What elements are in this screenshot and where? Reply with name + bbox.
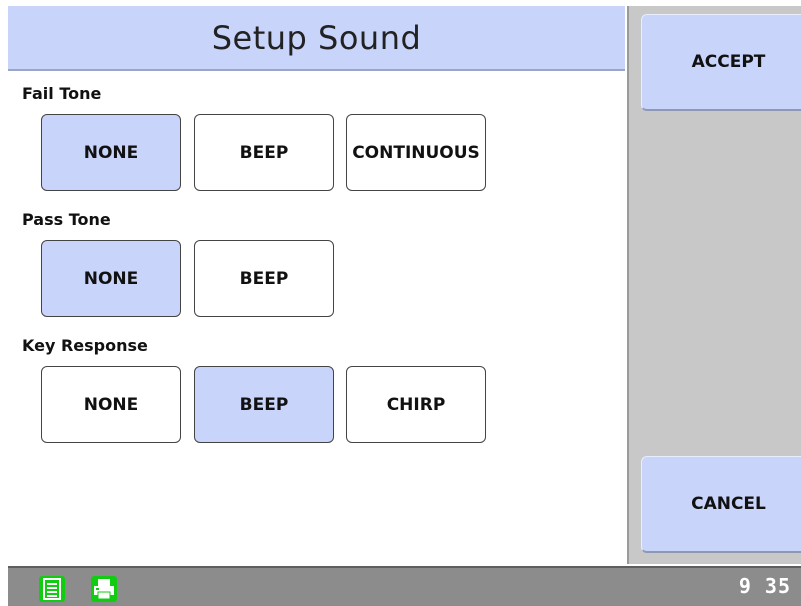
key-response-label: Key Response — [22, 336, 148, 355]
setup-sound-screen: Setup Sound Fail Tone NONE BEEP CONTINUO… — [0, 0, 801, 606]
page-title: Setup Sound — [211, 18, 422, 57]
clock: 9 35 — [739, 574, 791, 598]
key-response-beep-button[interactable]: BEEP — [194, 366, 334, 443]
accept-button[interactable]: ACCEPT — [641, 14, 801, 111]
title-bar: Setup Sound — [8, 6, 625, 71]
key-response-none-button[interactable]: NONE — [41, 366, 181, 443]
main-panel: Setup Sound Fail Tone NONE BEEP CONTINUO… — [8, 6, 625, 564]
cancel-button[interactable]: CANCEL — [641, 456, 801, 553]
pass-tone-label: Pass Tone — [22, 210, 111, 229]
list-icon[interactable] — [39, 576, 65, 602]
sidebar: ACCEPT CANCEL — [627, 6, 801, 564]
clock-minutes: 35 — [764, 574, 791, 598]
fail-tone-beep-button[interactable]: BEEP — [194, 114, 334, 191]
clock-hours: 9 — [738, 574, 752, 598]
printer-icon[interactable] — [91, 576, 117, 602]
pass-tone-beep-button[interactable]: BEEP — [194, 240, 334, 317]
fail-tone-none-button[interactable]: NONE — [41, 114, 181, 191]
key-response-chirp-button[interactable]: CHIRP — [346, 366, 486, 443]
pass-tone-none-button[interactable]: NONE — [41, 240, 181, 317]
status-bar: 9 35 — [8, 566, 801, 606]
fail-tone-continuous-button[interactable]: CONTINUOUS — [346, 114, 486, 191]
fail-tone-label: Fail Tone — [22, 84, 102, 103]
